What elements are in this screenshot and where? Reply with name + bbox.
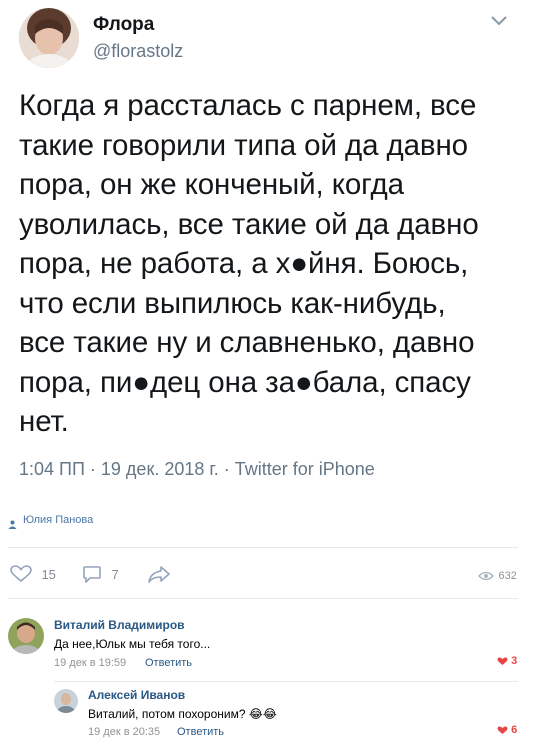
comment-count: 7	[111, 566, 119, 582]
heart-icon	[10, 565, 32, 583]
comment-icon	[83, 566, 101, 584]
comment-avatar[interactable]	[54, 689, 78, 713]
comment-text: Да нее,Юльк мы тебя того...	[54, 637, 211, 651]
tweet-avatar[interactable]	[19, 8, 79, 68]
comment-like[interactable]: 3	[497, 655, 517, 667]
like-button[interactable]: 15	[10, 565, 56, 583]
tweet-display-name[interactable]: Флора	[93, 14, 154, 36]
share-button[interactable]	[147, 565, 171, 588]
heart-icon	[497, 726, 508, 734]
like-count: 15	[41, 566, 56, 582]
comment-date[interactable]: 19 дек в 19:59	[54, 657, 126, 669]
comment-text: Виталий, потом похороним? 😂😂	[88, 707, 277, 721]
tweet-text: Когда я рассталась с парнем, все такие г…	[19, 89, 479, 438]
tweet-meta: 1:04 ПП · 19 дек. 2018 г. · Twitter for …	[19, 459, 375, 479]
post-author[interactable]: Юлия Панова	[23, 514, 93, 526]
comment-date[interactable]: 19 дек в 20:35	[88, 726, 160, 738]
comment-author[interactable]: Виталий Владимиров	[54, 618, 185, 632]
tweet-handle[interactable]: @florastolz	[93, 41, 183, 62]
views-counter: 632	[478, 567, 517, 585]
comment-avatar[interactable]	[8, 618, 44, 654]
comment-like[interactable]: 6	[497, 724, 517, 736]
reply-button[interactable]: Ответить	[145, 657, 192, 669]
chevron-down-icon[interactable]	[490, 14, 508, 28]
comment-like-count: 6	[511, 724, 518, 737]
comment-button[interactable]: 7	[82, 565, 119, 584]
share-icon	[148, 566, 170, 583]
user-icon	[8, 516, 17, 534]
comment-like-count: 3	[511, 655, 518, 668]
divider	[8, 547, 518, 548]
divider	[8, 598, 518, 599]
eye-icon	[478, 571, 494, 580]
reply-button[interactable]: Ответить	[177, 726, 224, 738]
heart-icon	[497, 657, 508, 665]
comment-author[interactable]: Алексей Иванов	[88, 688, 185, 702]
views-count: 632	[498, 569, 517, 582]
divider	[54, 681, 518, 682]
